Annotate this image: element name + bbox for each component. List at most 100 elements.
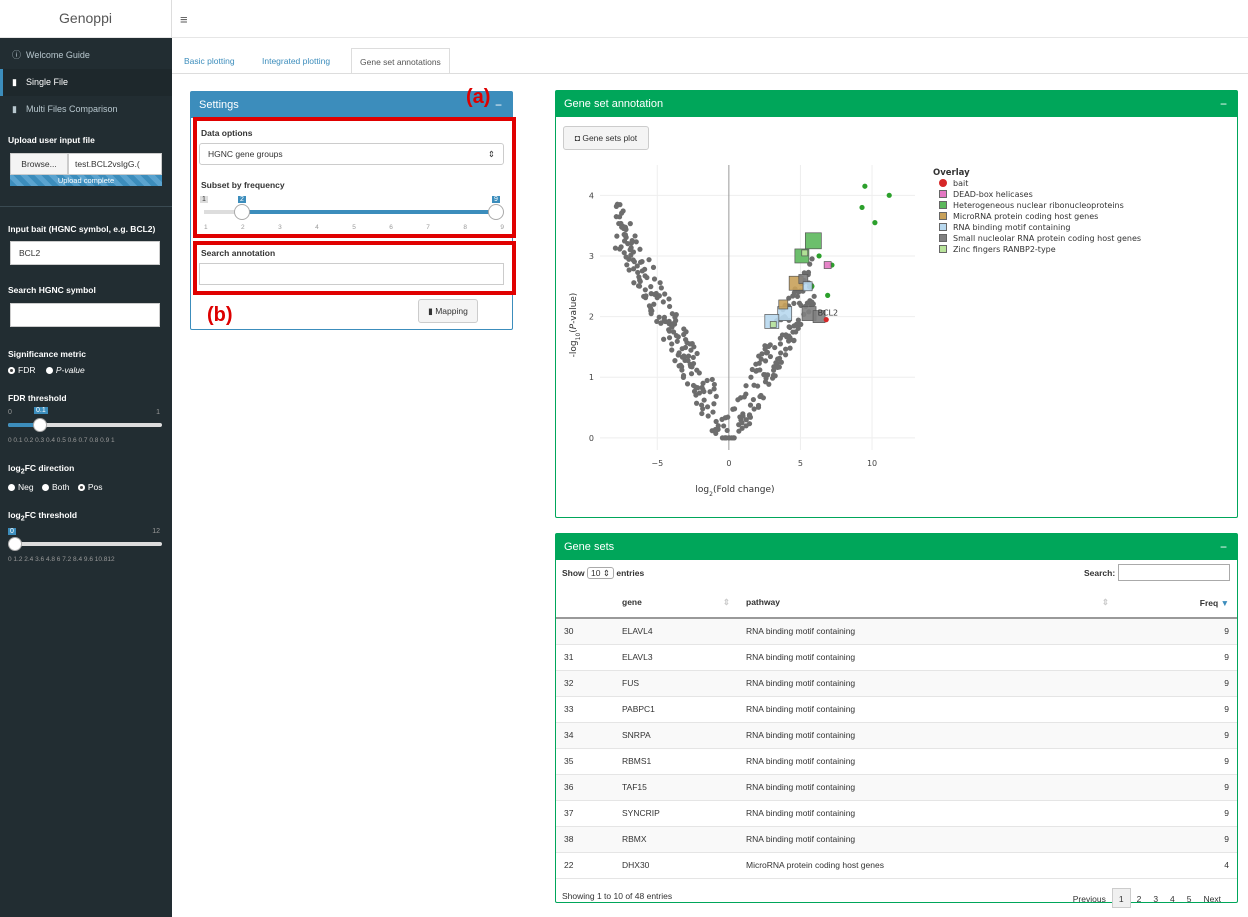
tab-basic-plotting[interactable]: Basic plotting	[176, 48, 243, 74]
file-upload: Browse... test.BCL2vsIgG.(	[10, 153, 162, 175]
table-row[interactable]: 38 RBMX RNA binding motif containing 9	[556, 826, 1237, 853]
data-point	[642, 273, 648, 279]
table-row[interactable]: 31 ELAVL3 RNA binding motif containing 9	[556, 644, 1237, 671]
data-point	[730, 406, 736, 412]
data-point	[705, 413, 711, 419]
table-cell: RNA binding motif containing	[738, 618, 1117, 645]
collapse-icon[interactable]: −	[1220, 534, 1227, 560]
hgnc-search-input[interactable]	[10, 303, 160, 327]
table-row[interactable]: 32 FUS RNA binding motif containing 9	[556, 670, 1237, 697]
legend-item[interactable]: bait	[939, 178, 1233, 189]
sidebar-item-single-file[interactable]: ▮ Single File	[0, 69, 172, 96]
table-row[interactable]: 22 DHX30 MicroRNA protein coding host gene…	[556, 852, 1237, 879]
mapping-button[interactable]: ▮ Mapping	[418, 299, 478, 323]
slider-handle[interactable]	[8, 537, 22, 552]
page-button-1[interactable]: 1	[1111, 887, 1131, 908]
camera-icon: ◘	[574, 133, 580, 143]
table-search-input[interactable]	[1118, 564, 1230, 581]
page-button-4[interactable]: 4	[1164, 889, 1181, 909]
data-point	[675, 352, 681, 358]
collapse-icon[interactable]: −	[495, 92, 502, 118]
tab-integrated-plotting[interactable]: Integrated plotting	[254, 48, 338, 74]
frequency-slider[interactable]: 1 2 9 123456789	[200, 194, 505, 232]
page-button-5[interactable]: 5	[1181, 889, 1198, 909]
files-icon: ▮	[12, 104, 17, 114]
legend-square-icon	[939, 223, 947, 231]
direction-radio-group: Neg Both Pos	[0, 482, 172, 492]
data-point	[630, 257, 636, 263]
page-button-previous[interactable]: Previous	[1067, 889, 1112, 909]
entries-select[interactable]: 10 ⇕	[587, 567, 614, 579]
bait-label: Input bait (HGNC symbol, e.g. BCL2)	[8, 224, 156, 234]
table-row[interactable]: 33 PABPC1 RNA binding motif containing 9	[556, 696, 1237, 723]
legend-item[interactable]: RNA binding motif containing	[939, 222, 1233, 233]
fc-slider[interactable]: 0 12 0 1.2 2.4 3.6 4.8 6 7.2 8.4 9.6 10.…	[8, 528, 164, 568]
data-options-select[interactable]: HGNC gene groups ⇕	[199, 143, 504, 165]
x-tick-label: 10	[867, 459, 877, 468]
overlay-square	[778, 299, 789, 310]
radio-dot-icon	[77, 483, 85, 491]
significance-label: Significance metric	[8, 349, 86, 359]
gene-sets-plot-button[interactable]: ◘ Gene sets plot	[563, 126, 649, 150]
sidebar-item-welcome-guide[interactable]: ⓘ Welcome Guide	[0, 42, 172, 69]
data-point	[787, 345, 793, 351]
radio-label: Both	[51, 481, 70, 492]
data-point	[724, 427, 730, 434]
table-cell: SNRPA	[614, 722, 738, 749]
table-row[interactable]: 30 ELAVL4 RNA binding motif containing 9	[556, 618, 1237, 645]
radio-pvalue[interactable]: P-value	[45, 365, 85, 375]
table-cell: RNA binding motif containing	[738, 670, 1117, 697]
data-point	[690, 382, 697, 389]
data-point	[764, 349, 771, 355]
page-button-3[interactable]: 3	[1147, 889, 1164, 909]
radio-pos[interactable]: Pos	[77, 482, 103, 492]
legend-item[interactable]: Heterogeneous nuclear ribonucleoproteins	[939, 200, 1233, 211]
radio-neg[interactable]: Neg	[8, 482, 34, 492]
browse-button[interactable]: Browse...	[10, 153, 68, 175]
page-button-next[interactable]: Next	[1198, 889, 1227, 909]
data-point	[783, 346, 789, 352]
x-tick-label: −5	[651, 459, 663, 468]
y-tick-label: 4	[589, 191, 594, 200]
sidebar-item-multi-files[interactable]: ▮ Multi Files Comparison	[0, 96, 172, 123]
fdr-slider[interactable]: 0 1 0.1 0 0.1 0.2 0.3 0.4 0.5 0.6 0.7 0.…	[8, 407, 164, 449]
slider-handle-high[interactable]	[488, 204, 504, 220]
radio-fdr[interactable]: FDR	[8, 365, 35, 375]
table-row[interactable]: 34 SNRPA RNA binding motif containing 9	[556, 722, 1237, 749]
tab-gene-set-annotations[interactable]: Gene set annotations	[351, 48, 450, 74]
table-row[interactable]: 36 TAF15 RNA binding motif containing 9	[556, 774, 1237, 801]
table-row[interactable]: 35 RBMS1 RNA binding motif containing 9	[556, 748, 1237, 775]
column-header-gene[interactable]: gene ⇕	[614, 588, 738, 619]
data-point	[786, 338, 792, 344]
column-header-index[interactable]	[556, 588, 614, 619]
overlay-square	[801, 249, 809, 257]
search-annotation-input[interactable]	[199, 263, 504, 285]
table-cell: 9	[1117, 618, 1237, 645]
legend-item[interactable]: DEAD-box helicases	[939, 189, 1233, 200]
table-cell: 36	[556, 774, 614, 801]
bait-input[interactable]: BCL2	[10, 241, 160, 265]
collapse-icon[interactable]: −	[1220, 91, 1227, 117]
column-header-freq[interactable]: Freq ▼	[1117, 588, 1237, 619]
data-point	[731, 435, 737, 441]
pagination: Previous 1 2 3 4 5 Next	[1067, 887, 1227, 909]
legend-item[interactable]: Small nucleolar RNA protein coding host …	[939, 233, 1233, 244]
slider-handle[interactable]	[33, 418, 47, 432]
significant-point	[825, 292, 831, 298]
slider-handle-low[interactable]	[234, 204, 250, 220]
panel-title: Gene set annotation	[564, 98, 664, 110]
legend-square-icon	[939, 212, 947, 220]
slider-max: 12	[152, 528, 160, 536]
menu-toggle-icon[interactable]: ≡	[180, 12, 188, 27]
legend-item[interactable]: MicroRNA protein coding host genes	[939, 211, 1233, 222]
table-row[interactable]: 37 SYNCRIP RNA binding motif containing 9	[556, 800, 1237, 827]
data-point	[619, 210, 625, 216]
slider-ticks: 123456789	[204, 224, 504, 231]
data-point	[758, 392, 764, 399]
radio-both[interactable]: Both	[41, 481, 70, 492]
y-tick-label: 0	[589, 434, 594, 443]
data-point	[679, 367, 685, 373]
legend-item[interactable]: Zinc fingers RANBP2-type	[939, 244, 1233, 255]
column-header-pathway[interactable]: pathway ⇕	[738, 588, 1117, 619]
page-button-2[interactable]: 2	[1131, 889, 1148, 909]
